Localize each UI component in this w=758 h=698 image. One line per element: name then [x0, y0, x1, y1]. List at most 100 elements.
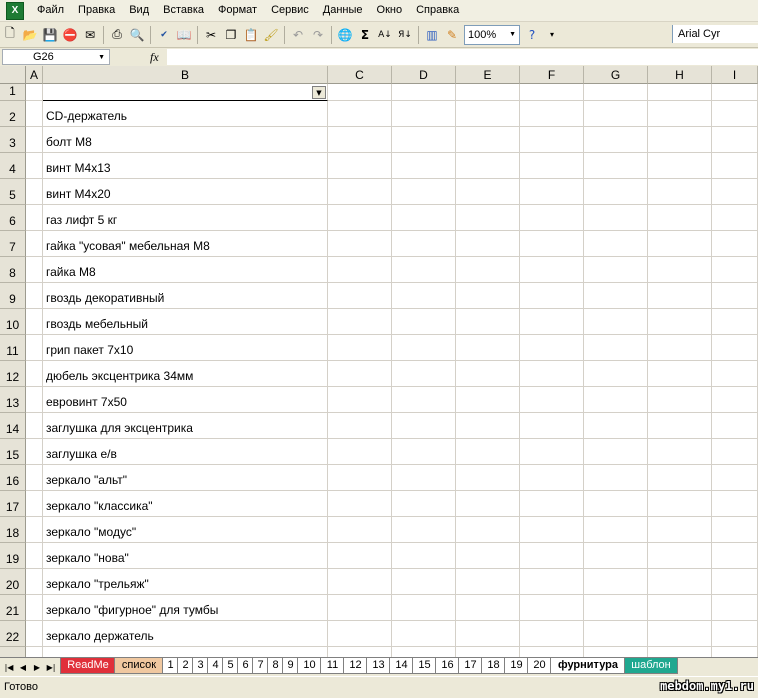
cell[interactable]	[392, 569, 456, 595]
cell[interactable]	[520, 231, 584, 257]
cell[interactable]	[520, 153, 584, 179]
sheet-tab[interactable]: 18	[481, 658, 506, 674]
cell[interactable]	[712, 231, 758, 257]
sheet-tab[interactable]: 17	[458, 658, 483, 674]
cell[interactable]	[392, 309, 456, 335]
cell[interactable]	[584, 257, 648, 283]
cell[interactable]	[456, 335, 520, 361]
row-header[interactable]: 7	[0, 231, 26, 257]
cell[interactable]	[26, 647, 43, 657]
cell[interactable]	[648, 127, 712, 153]
cell-item-name[interactable]: заглушка для эксцентрика	[43, 413, 328, 439]
permission-icon[interactable]: ⛔	[61, 26, 79, 44]
row-header[interactable]: 3	[0, 127, 26, 153]
cell[interactable]	[392, 465, 456, 491]
cell[interactable]	[712, 205, 758, 231]
cell-item-name[interactable]: гвоздь мебельный	[43, 309, 328, 335]
cell[interactable]	[648, 84, 712, 101]
sort-ascending-icon[interactable]: A↓	[376, 26, 394, 44]
sheet-tab[interactable]: фурнитура	[550, 658, 626, 674]
cell[interactable]	[520, 101, 584, 127]
cell[interactable]	[328, 569, 392, 595]
menu-format[interactable]: Формат	[211, 0, 264, 21]
sheet-tab[interactable]: 13	[366, 658, 391, 674]
cell[interactable]	[648, 153, 712, 179]
cell[interactable]	[520, 127, 584, 153]
cell[interactable]	[392, 283, 456, 309]
excel-app-icon[interactable]: X	[6, 1, 24, 20]
paste-icon[interactable]: 📋	[242, 26, 260, 44]
cell[interactable]	[328, 205, 392, 231]
redo-icon[interactable]: ↷	[309, 26, 327, 44]
cell[interactable]	[392, 621, 456, 647]
cell[interactable]	[584, 179, 648, 205]
cell[interactable]	[520, 387, 584, 413]
cell[interactable]	[520, 84, 584, 101]
column-header-h[interactable]: H	[648, 66, 712, 84]
cell[interactable]	[328, 595, 392, 621]
row-header[interactable]: 9	[0, 283, 26, 309]
drawing-icon[interactable]: ✎	[443, 26, 461, 44]
cell[interactable]	[392, 84, 456, 101]
sort-descending-icon[interactable]: Я↓	[396, 26, 414, 44]
cell[interactable]	[26, 543, 43, 569]
new-icon[interactable]: 🗋	[1, 26, 19, 44]
cell[interactable]	[520, 647, 584, 657]
cell[interactable]	[520, 257, 584, 283]
column-header-d[interactable]: D	[392, 66, 456, 84]
font-name-field[interactable]: Arial Cyr	[672, 25, 758, 43]
chart-wizard-icon[interactable]: ▥	[423, 26, 441, 44]
cell[interactable]	[648, 101, 712, 127]
copy-icon[interactable]: ❐	[222, 26, 240, 44]
cell[interactable]	[456, 205, 520, 231]
cell[interactable]	[584, 153, 648, 179]
spelling-icon[interactable]: ✔	[155, 26, 173, 44]
cell-item-name[interactable]: зеркало "классика"	[43, 491, 328, 517]
cell[interactable]	[456, 595, 520, 621]
cell-item-name[interactable]: газ лифт 5 кг	[43, 205, 328, 231]
cell[interactable]	[456, 283, 520, 309]
first-sheet-icon[interactable]: |◀	[2, 658, 16, 676]
cell[interactable]	[584, 647, 648, 657]
cell[interactable]	[648, 361, 712, 387]
format-painter-icon[interactable]: 🖌	[262, 26, 280, 44]
cell[interactable]	[712, 413, 758, 439]
sheet-tab[interactable]: 10	[297, 658, 322, 674]
row-header[interactable]: 14	[0, 413, 26, 439]
cell[interactable]	[584, 101, 648, 127]
cell[interactable]	[26, 153, 43, 179]
cell[interactable]	[584, 413, 648, 439]
cell[interactable]	[520, 465, 584, 491]
cell[interactable]	[648, 205, 712, 231]
cell[interactable]	[456, 569, 520, 595]
cell[interactable]	[328, 543, 392, 569]
name-box[interactable]: G26 ▼	[2, 49, 110, 65]
cell[interactable]	[712, 595, 758, 621]
menu-window[interactable]: Окно	[370, 0, 410, 21]
cell[interactable]	[648, 595, 712, 621]
cell[interactable]	[456, 257, 520, 283]
cell[interactable]	[328, 387, 392, 413]
cell[interactable]	[712, 621, 758, 647]
sheet-tab[interactable]: 12	[343, 658, 368, 674]
menu-data[interactable]: Данные	[316, 0, 370, 21]
cell[interactable]	[328, 84, 392, 101]
cell[interactable]	[328, 127, 392, 153]
cell[interactable]	[712, 387, 758, 413]
menu-tools[interactable]: Сервис	[264, 0, 316, 21]
cell[interactable]	[392, 543, 456, 569]
cell[interactable]	[26, 205, 43, 231]
column-header-f[interactable]: F	[520, 66, 584, 84]
autofilter-dropdown-icon[interactable]: ▼	[312, 86, 326, 99]
row-header[interactable]: 19	[0, 543, 26, 569]
cell[interactable]	[520, 283, 584, 309]
cell-item-name[interactable]: зеркало держатель	[43, 621, 328, 647]
cell[interactable]	[328, 153, 392, 179]
cell[interactable]	[648, 283, 712, 309]
print-icon[interactable]: ⎙	[108, 26, 126, 44]
formula-input[interactable]	[166, 49, 758, 65]
cell-item-name[interactable]: зеркало "фигурное" для тумбы	[43, 595, 328, 621]
sheet-tab[interactable]: 15	[412, 658, 437, 674]
row-header[interactable]: 6	[0, 205, 26, 231]
column-header-b[interactable]: B	[43, 66, 328, 84]
